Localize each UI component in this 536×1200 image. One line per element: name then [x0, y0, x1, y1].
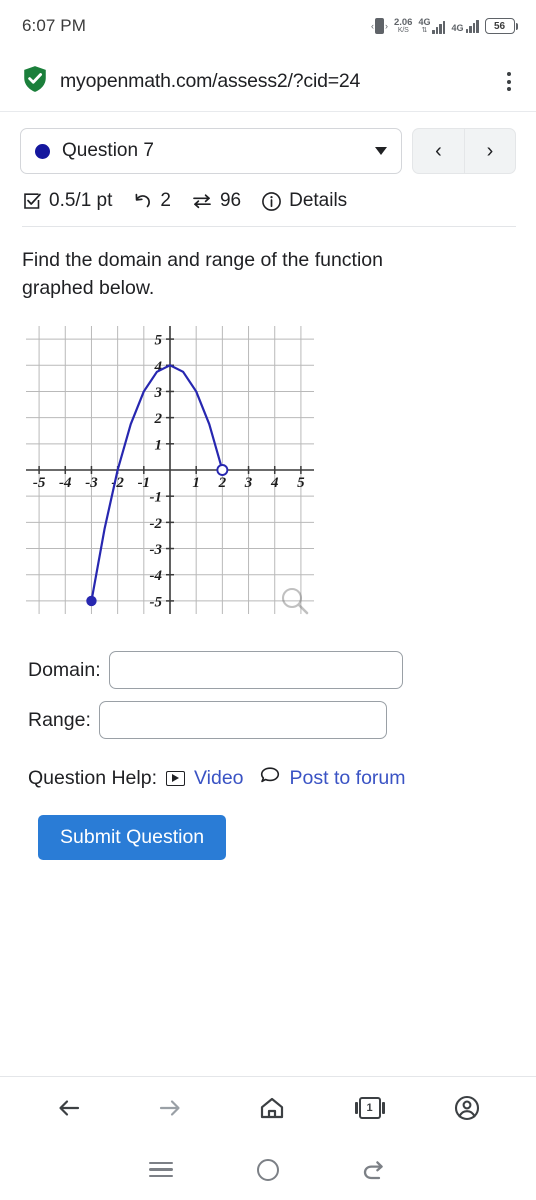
post-to-forum-link[interactable]: Post to forum [290, 767, 406, 790]
axes [26, 326, 314, 615]
sim2-signal-icon: 4G [451, 19, 479, 33]
status-bar: 6:07 PM ‹ › 2.06 K/S 4G ⇅ 4G 56 [0, 0, 536, 52]
attempts-value: 2 [160, 190, 171, 211]
status-time: 6:07 PM [22, 16, 87, 35]
browser-bottom-bar: 1 [0, 1077, 536, 1139]
svg-text:1: 1 [192, 475, 200, 491]
svg-text:5: 5 [155, 333, 163, 349]
score-value: 0.5/1 pt [49, 190, 113, 211]
range-answer-row: Range: [0, 701, 536, 740]
question-selector-row: Question 7 ‹ › [20, 128, 516, 174]
undo-arrow-icon [132, 191, 153, 211]
url-text[interactable]: myopenmath.com/assess2/?cid=24 [60, 70, 484, 93]
home-icon[interactable] [257, 1093, 287, 1123]
question-help-row: Question Help: Video Post to forum [0, 739, 536, 791]
question-status-dot-icon [35, 143, 50, 159]
network-speed-indicator: 2.06 K/S [394, 18, 413, 35]
vibrate-icon: ‹ › [371, 18, 388, 34]
curve-endpoints [86, 464, 229, 607]
svg-text:3: 3 [154, 385, 163, 401]
svg-text:-1: -1 [138, 475, 151, 491]
domain-label: Domain: [28, 658, 101, 681]
svg-text:-2: -2 [150, 516, 163, 532]
chevron-down-icon[interactable] [375, 147, 387, 155]
back-arrow-icon[interactable] [54, 1093, 84, 1123]
checkbox-checked-icon [22, 191, 42, 211]
svg-text:2: 2 [154, 412, 163, 428]
question-help-label: Question Help: [28, 766, 157, 789]
graph-canvas: -5 -4 -3 -2 -1 1 2 3 4 554321-1-2-3-4-5 [26, 326, 314, 615]
svg-text:4: 4 [270, 475, 279, 491]
battery-level: 56 [484, 18, 515, 34]
function-graph: -5 -4 -3 -2 -1 1 2 3 4 5 5 4 3 2 1 -1 -2 -3 -4 -5 [0, 302, 536, 625]
forward-arrow-icon[interactable] [155, 1093, 185, 1123]
network-speed-unit: K/S [397, 27, 409, 35]
tab-count: 1 [354, 1097, 385, 1119]
back-curved-arrow-icon[interactable] [322, 1156, 429, 1184]
question-prompt: Find the domain and range of the functio… [22, 249, 383, 299]
phone-screenshot: 6:07 PM ‹ › 2.06 K/S 4G ⇅ 4G 56 myopenma… [0, 0, 536, 1200]
svg-text:-1: -1 [150, 490, 163, 506]
views-value: 96 [219, 190, 242, 211]
home-circle-icon[interactable] [214, 1158, 321, 1181]
account-circle-icon[interactable] [452, 1093, 482, 1123]
question-header: Question 7 ‹ › 0.5/1 pt 2 96 Details [0, 112, 536, 227]
svg-text:-4: -4 [59, 475, 72, 491]
axis-tick-labels: -5 -4 -3 -2 -1 1 2 3 4 554321-1-2-3-4-5 [33, 333, 305, 611]
next-question-button[interactable]: › [464, 128, 516, 174]
kebab-menu-icon[interactable] [496, 72, 522, 91]
speech-bubble-icon[interactable] [259, 765, 281, 791]
sim1-signal-icon: 4G ⇅ [418, 17, 446, 34]
svg-text:-5: -5 [150, 595, 163, 611]
info-circle-icon[interactable] [261, 191, 282, 212]
question-nav-buttons: ‹ › [412, 128, 516, 174]
svg-text:-4: -4 [150, 569, 163, 585]
sim1-network-label: 4G [418, 17, 431, 27]
svg-text:-3: -3 [85, 475, 98, 491]
status-icons: ‹ › 2.06 K/S 4G ⇅ 4G 56 [371, 17, 518, 35]
network-speed-value: 2.06 [393, 16, 413, 28]
svg-text:5: 5 [297, 475, 305, 491]
video-link[interactable]: Video [194, 767, 244, 790]
recents-menu-icon[interactable] [107, 1161, 214, 1178]
details-link[interactable]: Details [289, 190, 347, 212]
android-nav-bar [0, 1139, 536, 1200]
video-play-icon[interactable] [166, 770, 185, 786]
svg-text:3: 3 [244, 475, 253, 491]
svg-text:2: 2 [218, 475, 227, 491]
swap-arrows-icon [191, 191, 213, 211]
svg-text:1: 1 [155, 438, 163, 454]
svg-text:-5: -5 [33, 475, 46, 491]
tabs-icon[interactable]: 1 [354, 1097, 385, 1119]
shield-check-icon [22, 65, 48, 98]
domain-input[interactable] [108, 651, 403, 690]
question-select-dropdown[interactable]: Question 7 [20, 128, 402, 174]
browser-url-bar[interactable]: myopenmath.com/assess2/?cid=24 [0, 52, 536, 112]
range-label: Range: [28, 708, 91, 731]
sim2-network-label: 4G [451, 22, 464, 33]
svg-text:-3: -3 [150, 542, 163, 558]
submit-question-button[interactable]: Submit Question [38, 815, 227, 861]
prev-question-button[interactable]: ‹ [412, 128, 464, 174]
battery-icon: 56 [484, 18, 518, 34]
question-label: Question 7 [62, 140, 154, 161]
domain-answer-row: Domain: [0, 651, 536, 690]
range-input[interactable] [98, 701, 387, 740]
question-meta-row: 0.5/1 pt 2 96 Details [22, 174, 516, 227]
sim1-data-arrows: ⇅ [421, 27, 428, 34]
